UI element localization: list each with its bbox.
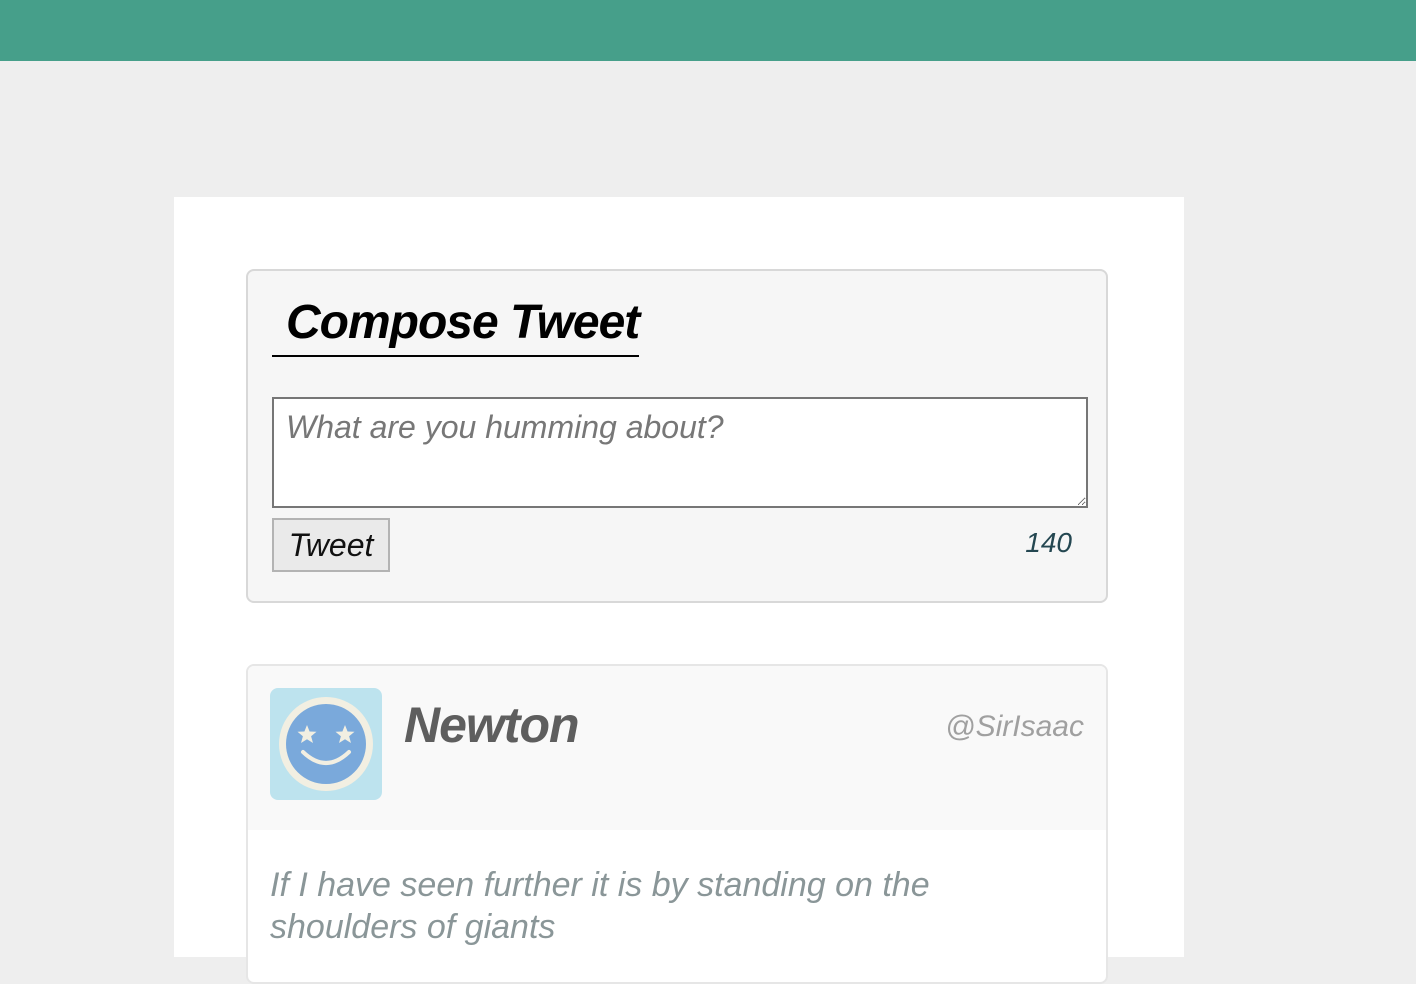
- tweet-textarea[interactable]: [272, 397, 1088, 508]
- char-counter: 140: [1025, 527, 1072, 558]
- smiley-star-eyes-icon: [279, 697, 373, 791]
- main-container: Compose Tweet Tweet 140 Newton @SirIsaac…: [174, 197, 1184, 984]
- author-name: Newton: [404, 697, 580, 753]
- tweet-header: Newton @SirIsaac: [248, 666, 1106, 830]
- tweet-button[interactable]: Tweet: [272, 518, 390, 572]
- tweet-text: If I have seen further it is by standing…: [270, 866, 930, 946]
- top-nav-bar: [0, 0, 1416, 61]
- avatar: [270, 688, 382, 800]
- tweet-card: Newton @SirIsaac If I have seen further …: [246, 664, 1108, 984]
- compose-title: Compose Tweet: [272, 293, 640, 357]
- author-handle: @SirIsaac: [945, 710, 1084, 743]
- compose-tweet-panel: Compose Tweet Tweet 140: [246, 269, 1108, 603]
